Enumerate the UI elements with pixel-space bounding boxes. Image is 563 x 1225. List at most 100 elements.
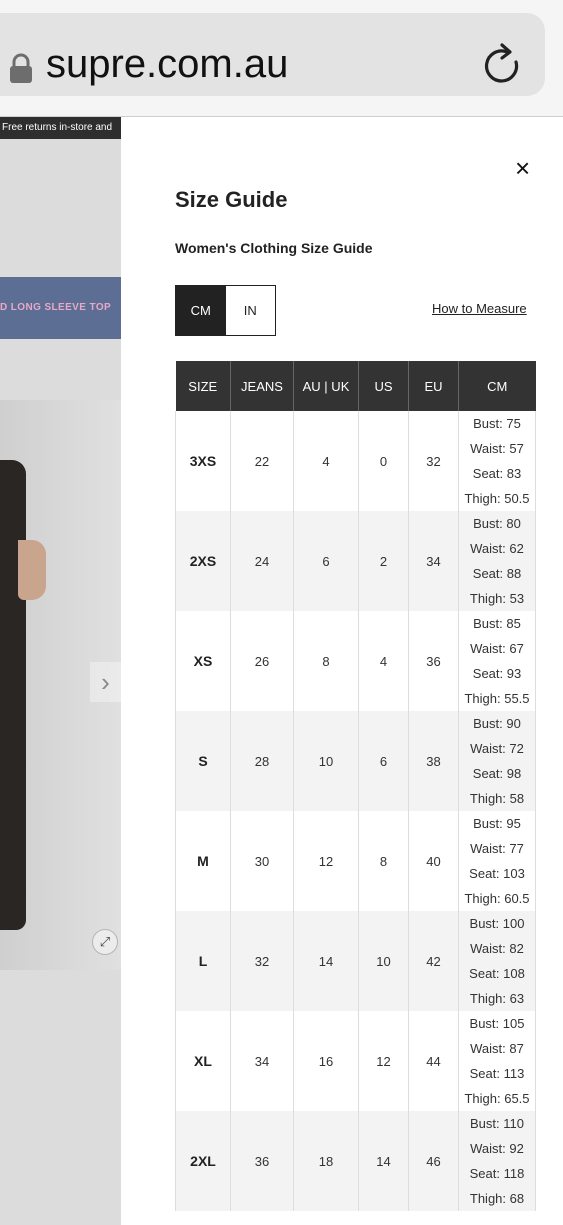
cell-cm: Bust: 110 Waist: 92 Seat: 118 Thigh: 68 [458, 1111, 536, 1211]
table-row: 2XL 36 18 14 46 Bust: 110 Waist: 92 Seat: 118 Th… [175, 1111, 536, 1211]
cell-eu: 38 [408, 711, 459, 811]
header-jeans: JEANS [230, 361, 294, 411]
product-page-background: Free returns in-store and D LONG SLEEVE … [0, 117, 121, 1225]
cm-measurement: Seat: 83 [472, 466, 522, 481]
cell-cm: Bust: 105 Waist: 87 Seat: 113 Thigh: 65.5 [458, 1011, 536, 1111]
unit-toggle: CM IN [175, 285, 276, 336]
cell-cm: Bust: 90 Waist: 72 Seat: 98 Thigh: 58 [458, 711, 536, 811]
cell-size: L [175, 911, 231, 1011]
cm-measurement: Waist: 57 [470, 441, 524, 456]
url-text: supre.com.au [46, 42, 289, 86]
cell-jeans: 36 [230, 1111, 294, 1211]
cell-jeans: 22 [230, 411, 294, 511]
cell-eu: 32 [408, 411, 459, 511]
header-us: US [358, 361, 409, 411]
cm-measurement: Waist: 82 [470, 941, 524, 956]
cell-au-uk: 18 [293, 1111, 359, 1211]
url-field[interactable]: supre.com.au [0, 13, 545, 96]
reload-icon[interactable] [483, 42, 525, 95]
size-guide-modal: × Size Guide Women's Clothing Size Guide… [121, 117, 563, 1225]
cell-us: 0 [358, 411, 409, 511]
cell-jeans: 32 [230, 911, 294, 1011]
cm-measurement: Thigh: 65.5 [464, 1091, 530, 1106]
how-to-measure-link[interactable]: How to Measure [432, 301, 527, 316]
cm-measurement: Thigh: 55.5 [464, 691, 530, 706]
cell-size: XL [175, 1011, 231, 1111]
cell-au-uk: 4 [293, 411, 359, 511]
unit-cm-button[interactable]: CM [176, 286, 226, 335]
cm-measurement: Thigh: 68 [469, 1191, 525, 1206]
unit-in-button[interactable]: IN [226, 286, 276, 335]
cell-cm: Bust: 75 Waist: 57 Seat: 83 Thigh: 50.5 [458, 411, 536, 511]
cm-measurement: Seat: 118 [469, 1166, 525, 1181]
table-row: S 28 10 6 38 Bust: 90 Waist: 72 Seat: 98 Thigh: … [175, 711, 536, 811]
cell-jeans: 24 [230, 511, 294, 611]
header-au-uk: AU | UK [293, 361, 359, 411]
lock-icon [9, 53, 33, 89]
cell-size: S [175, 711, 231, 811]
cell-cm: Bust: 100 Waist: 82 Seat: 108 Thigh: 63 [458, 911, 536, 1011]
table-row: XS 26 8 4 36 Bust: 85 Waist: 67 Seat: 93 Thigh: … [175, 611, 536, 711]
cell-au-uk: 16 [293, 1011, 359, 1111]
cell-size: 2XS [175, 511, 231, 611]
cell-eu: 46 [408, 1111, 459, 1211]
cm-measurement: Seat: 113 [469, 1066, 525, 1081]
cm-measurement: Waist: 77 [470, 841, 524, 856]
cm-measurement: Waist: 87 [470, 1041, 524, 1056]
table-row: M 30 12 8 40 Bust: 95 Waist: 77 Seat: 103 Thigh:… [175, 811, 536, 911]
cm-measurement: Bust: 90 [473, 716, 521, 731]
header-size: SIZE [175, 361, 231, 411]
modal-subtitle: Women's Clothing Size Guide [175, 240, 373, 256]
cell-eu: 36 [408, 611, 459, 711]
next-image-icon[interactable]: › [90, 662, 121, 702]
cm-measurement: Bust: 85 [473, 616, 521, 631]
cell-jeans: 28 [230, 711, 294, 811]
expand-icon[interactable]: ⤢ [92, 929, 118, 955]
cell-cm: Bust: 80 Waist: 62 Seat: 88 Thigh: 53 [458, 511, 536, 611]
cm-measurement: Thigh: 50.5 [464, 491, 530, 506]
browser-address-bar: supre.com.au [0, 0, 563, 117]
cm-measurement: Seat: 98 [472, 766, 522, 781]
cm-measurement: Seat: 93 [472, 666, 522, 681]
model-pants [0, 460, 26, 930]
cell-size: XS [175, 611, 231, 711]
cell-eu: 42 [408, 911, 459, 1011]
cm-measurement: Bust: 75 [473, 416, 521, 431]
cm-measurement: Thigh: 60.5 [464, 891, 530, 906]
cell-jeans: 34 [230, 1011, 294, 1111]
cm-measurement: Bust: 100 [469, 916, 525, 931]
table-body: 3XS 22 4 0 32 Bust: 75 Waist: 57 Seat: 83 Thigh:… [175, 411, 536, 1211]
table-row: 2XS 24 6 2 34 Bust: 80 Waist: 62 Seat: 88 Thigh:… [175, 511, 536, 611]
cell-size: 2XL [175, 1111, 231, 1211]
cell-us: 14 [358, 1111, 409, 1211]
product-banner: D LONG SLEEVE TOP [0, 277, 121, 339]
cell-us: 12 [358, 1011, 409, 1111]
cm-measurement: Bust: 80 [473, 516, 521, 531]
cell-us: 6 [358, 711, 409, 811]
cm-measurement: Bust: 110 [470, 1116, 524, 1131]
cm-measurement: Bust: 95 [473, 816, 521, 831]
table-row: 3XS 22 4 0 32 Bust: 75 Waist: 57 Seat: 83 Thigh:… [175, 411, 536, 511]
cm-measurement: Thigh: 63 [469, 991, 525, 1006]
cm-measurement: Seat: 108 [469, 966, 525, 981]
header-eu: EU [408, 361, 459, 411]
cell-size: M [175, 811, 231, 911]
cm-measurement: Thigh: 53 [469, 591, 525, 606]
close-icon[interactable]: × [515, 153, 530, 184]
cm-measurement: Waist: 62 [470, 541, 524, 556]
cm-measurement: Seat: 88 [472, 566, 522, 581]
cell-cm: Bust: 85 Waist: 67 Seat: 93 Thigh: 55.5 [458, 611, 536, 711]
table-header-row: SIZE JEANS AU | UK US EU CM [175, 361, 536, 411]
header-cm: CM [458, 361, 536, 411]
cell-jeans: 30 [230, 811, 294, 911]
cell-size: 3XS [175, 411, 231, 511]
cell-au-uk: 14 [293, 911, 359, 1011]
size-table: SIZE JEANS AU | UK US EU CM 3XS 22 4 0 32 Bus… [175, 361, 536, 1211]
model-hand [18, 540, 46, 600]
cm-measurement: Waist: 92 [470, 1141, 524, 1156]
cell-au-uk: 6 [293, 511, 359, 611]
cm-measurement: Seat: 103 [469, 866, 525, 881]
cm-measurement: Thigh: 58 [469, 791, 525, 806]
cell-us: 2 [358, 511, 409, 611]
cm-measurement: Waist: 67 [470, 641, 524, 656]
